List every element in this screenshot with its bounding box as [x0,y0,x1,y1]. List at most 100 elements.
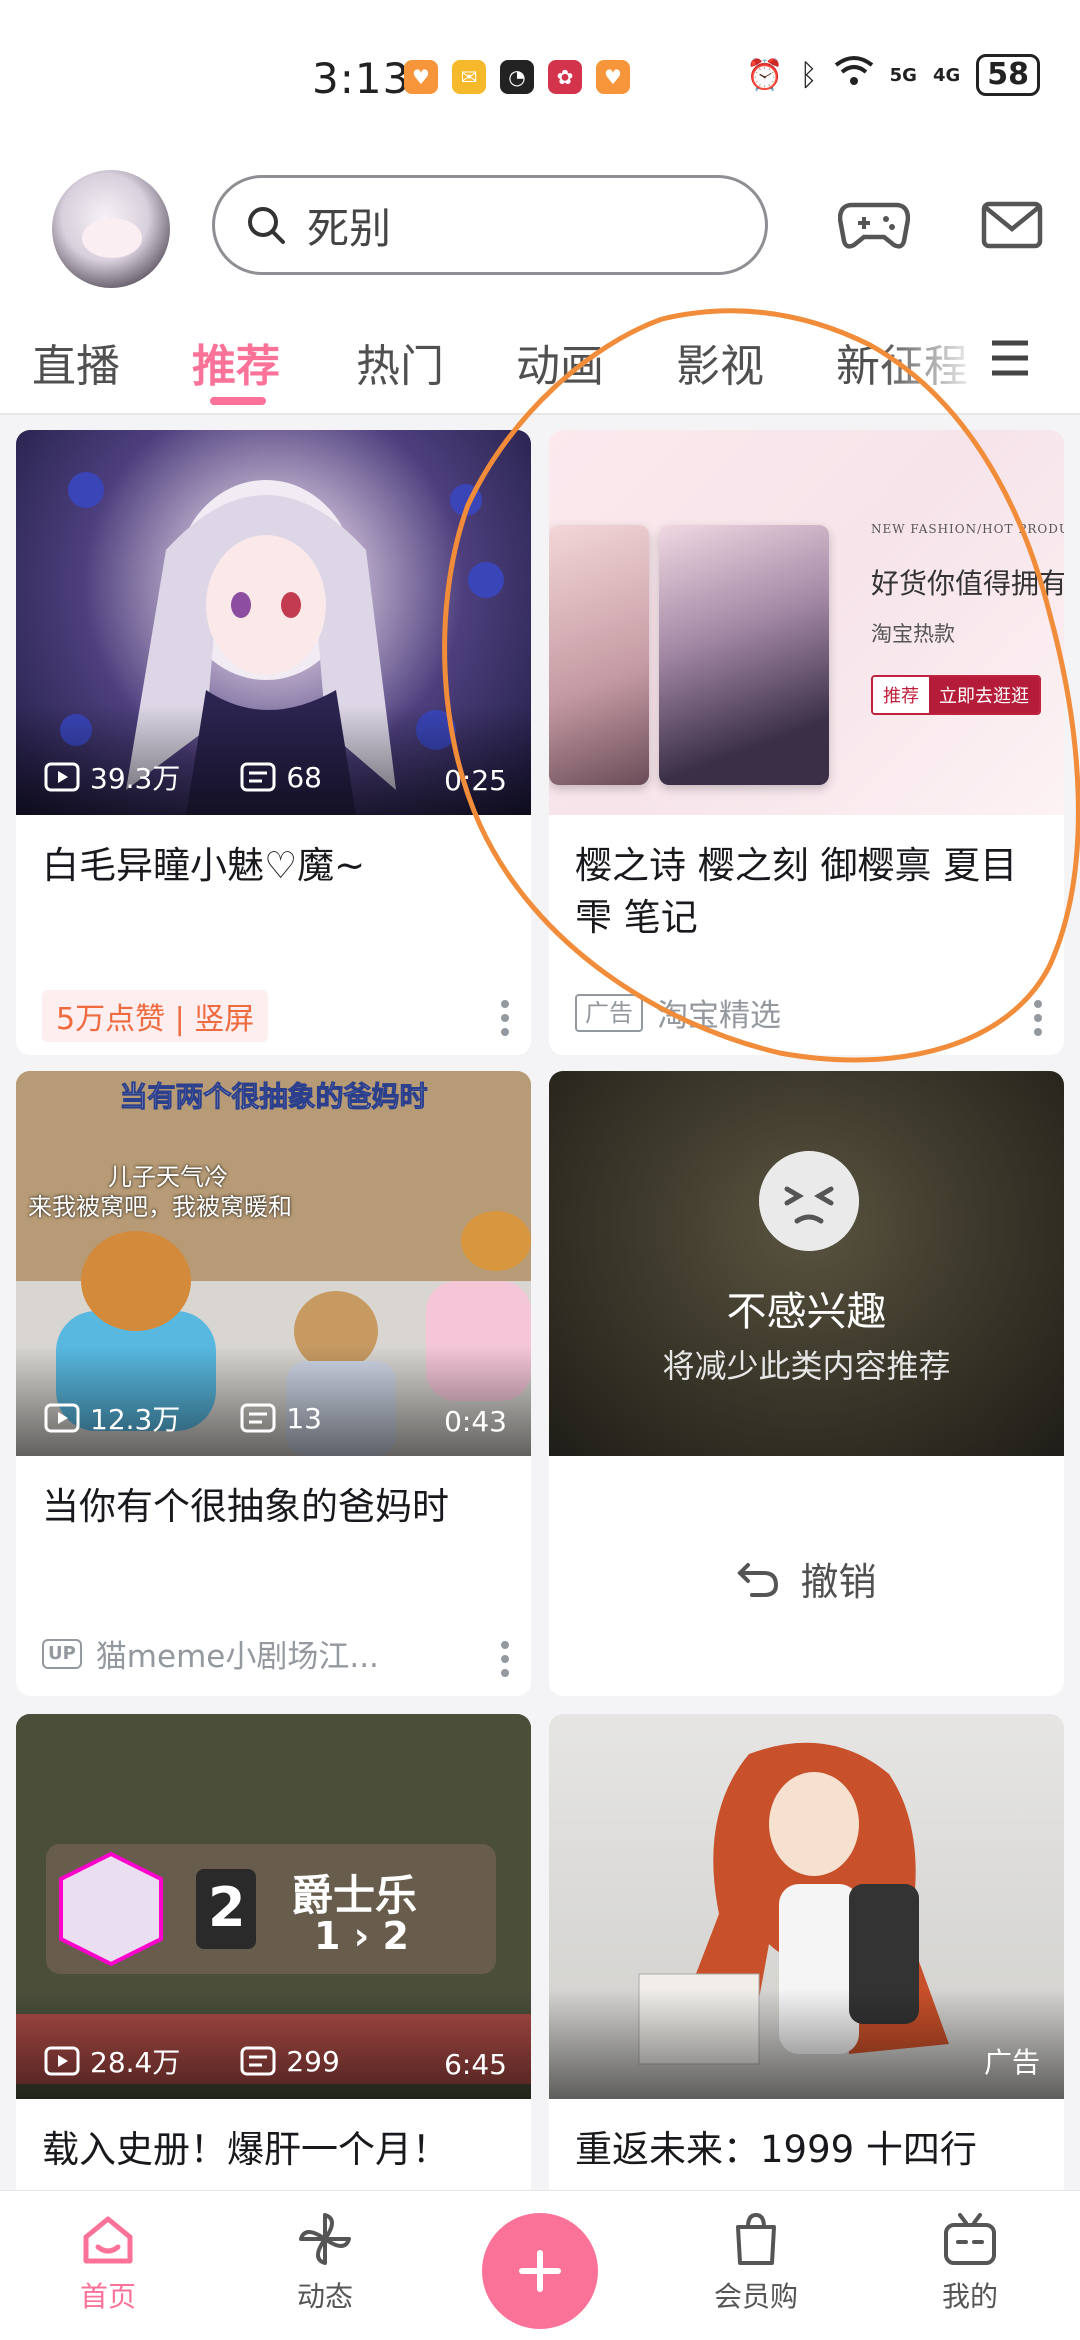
app-notification-icon-2: ✿ [548,60,582,94]
ad-card[interactable]: 广告 重返未来：1999 十四行 [549,1714,1064,2234]
bottom-navigation: 首页 动态 会员购 我的 [0,2190,1080,2340]
like-badge: 5万点赞 | 竖屏 [42,990,269,1042]
tab-live[interactable]: 直播 [32,330,120,394]
menu-icon[interactable] [986,338,1034,378]
overlay-rank: 2 [208,1876,246,1939]
nav-home-label: 首页 [79,2280,136,2313]
more-options-icon[interactable] [499,998,511,1038]
status-time: 3:13 [312,54,411,103]
nav-shop-label: 会员购 [713,2280,798,2313]
bluetooth-icon: ᛒ [799,57,818,93]
battery-indicator: 58 [976,54,1040,96]
video-duration: 0:25 [444,764,507,797]
tv-icon [944,2213,996,2265]
not-interested-card: 不感兴趣 将减少此类内容推荐 撤销 [549,1071,1064,1696]
game-center-button[interactable] [838,195,910,255]
danmaku-icon [240,762,276,792]
ad-cta: 推荐 立即去逛逛 [871,675,1041,715]
status-right: ⏰ ᛒ 5G 4G 58 [746,54,1040,96]
video-title: 当你有个很抽象的爸妈时 [42,1485,449,1528]
danmaku-icon [240,2046,276,2076]
sad-face-icon [759,1151,859,1251]
overlay-score: 1 › 2 [314,1914,409,1958]
top-header: 死别 [0,150,1080,300]
not-interested-subtitle: 将减少此类内容推荐 [662,1347,951,1385]
nav-dynamic[interactable]: 动态 [255,2209,395,2315]
play-count-icon [44,2046,80,2076]
plus-icon [519,2250,561,2292]
search-input[interactable]: 死别 [212,175,768,275]
qq-notification-icon: ◔ [500,60,534,94]
ad-image: NEW FASHION/HOT PRODUCT 好货你值得拥有 淘宝热款 推荐 … [549,430,1064,815]
alarm-icon: ⏰ [746,57,784,93]
home-icon [83,2216,133,2264]
gamepad-icon [838,202,910,249]
video-meta: UP 猫meme小剧场江... [42,1631,379,1676]
ad-label: 广告 [575,993,643,1032]
more-options-icon[interactable] [499,1639,511,1679]
video-meta: 5万点赞 | 竖屏 [42,990,269,1042]
tab-recommend[interactable]: 推荐 [192,330,280,394]
pinwheel-icon [299,2213,351,2265]
tab-indicator [210,397,266,405]
ad-cta-right: 立即去逛逛 [929,677,1039,713]
tab-anime[interactable]: 动画 [516,330,604,394]
ad-meta: 广告 淘宝精选 [575,990,781,1035]
undo-icon [737,1562,779,1597]
video-title: 载入史册！爆肝一个月！ [42,2128,449,2171]
danmaku-count: 68 [286,760,322,794]
ad-subtitle: 淘宝热款 [871,622,955,646]
undo-button[interactable]: 撤销 [549,1551,1064,1606]
shopping-bag-icon [736,2212,776,2265]
ad-card[interactable]: NEW FASHION/HOT PRODUCT 好货你值得拥有 淘宝热款 推荐 … [549,430,1064,1055]
ad-image: 广告 [549,1714,1064,2099]
author-name[interactable]: 猫meme小剧场江... [96,1631,379,1676]
publish-button[interactable] [482,2213,598,2329]
video-stats: 28.4万 299 [44,2041,340,2081]
video-card[interactable]: 2 爵士乐 1 › 2 28.4万 299 6:45 载入史册！爆肝一个月！ [16,1714,531,2234]
undo-label: 撤销 [800,1560,877,1604]
video-thumbnail: 当有两个很抽象的爸妈时 儿子天气冷 来我被窝吧，我被窝暖和 12.3万 13 0… [16,1071,531,1456]
play-count-icon [44,762,80,792]
view-count: 39.3万 [90,762,181,795]
video-duration: 6:45 [444,2048,507,2081]
ad-source: 淘宝精选 [657,998,781,1034]
tab-hot[interactable]: 热门 [356,330,444,394]
ad-headline: 好货你值得拥有 [871,567,1064,600]
nav-shop[interactable]: 会员购 [686,2209,826,2315]
nav-profile-label: 我的 [941,2280,998,2313]
more-options-icon[interactable] [1032,998,1044,1038]
not-interested-overlay: 不感兴趣 将减少此类内容推荐 [549,1071,1064,1456]
video-thumbnail: 2 爵士乐 1 › 2 28.4万 299 6:45 [16,1714,531,2099]
nav-home[interactable]: 首页 [38,2209,178,2315]
danmaku-count: 13 [286,1401,322,1435]
video-duration: 0:43 [444,1405,507,1438]
search-icon [248,207,285,244]
video-stats: 12.3万 13 [44,1398,322,1438]
video-card[interactable]: 当有两个很抽象的爸妈时 儿子天气冷 来我被窝吧，我被窝暖和 12.3万 13 0… [16,1071,531,1696]
danmaku-icon [240,1403,276,1433]
ad-tag: 广告 [983,2046,1040,2079]
ad-title: 重返未来：1999 十四行 [575,2128,977,2171]
app-notification-icon: ♥ [404,60,438,94]
nav-profile[interactable]: 我的 [900,2209,1040,2315]
not-interested-title: 不感兴趣 [726,1289,887,1335]
messages-button[interactable] [976,195,1048,255]
mail-icon [981,201,1043,249]
video-card[interactable]: 39.3万 68 0:25 白毛异瞳小魅♡魔~ 5万点赞 | 竖屏 [16,430,531,1055]
category-tabs: 直播 推荐 热门 动画 影视 新征程 [0,300,1080,415]
ad-cta-left: 推荐 [873,677,929,713]
product-image-right [659,525,829,785]
danmaku-count: 299 [286,2044,340,2078]
video-title: 白毛异瞳小魅♡魔~ [42,844,366,887]
tab-movies[interactable]: 影视 [676,330,764,394]
signal-4g-icon: 4G [932,64,961,86]
status-bar: 3:13 ♥ ✉ ◔ ✿ ♥ ⏰ ᛒ 5G 4G 58 [0,0,1080,150]
tab-fade [880,300,980,412]
notification-icons: ♥ ✉ ◔ ✿ ♥ [404,60,630,94]
nav-dynamic-label: 动态 [296,2280,353,2313]
signal-5g-icon: 5G [889,64,917,86]
up-badge: UP [42,1638,82,1669]
avatar[interactable] [52,170,170,288]
video-thumbnail: 39.3万 68 0:25 [16,430,531,815]
